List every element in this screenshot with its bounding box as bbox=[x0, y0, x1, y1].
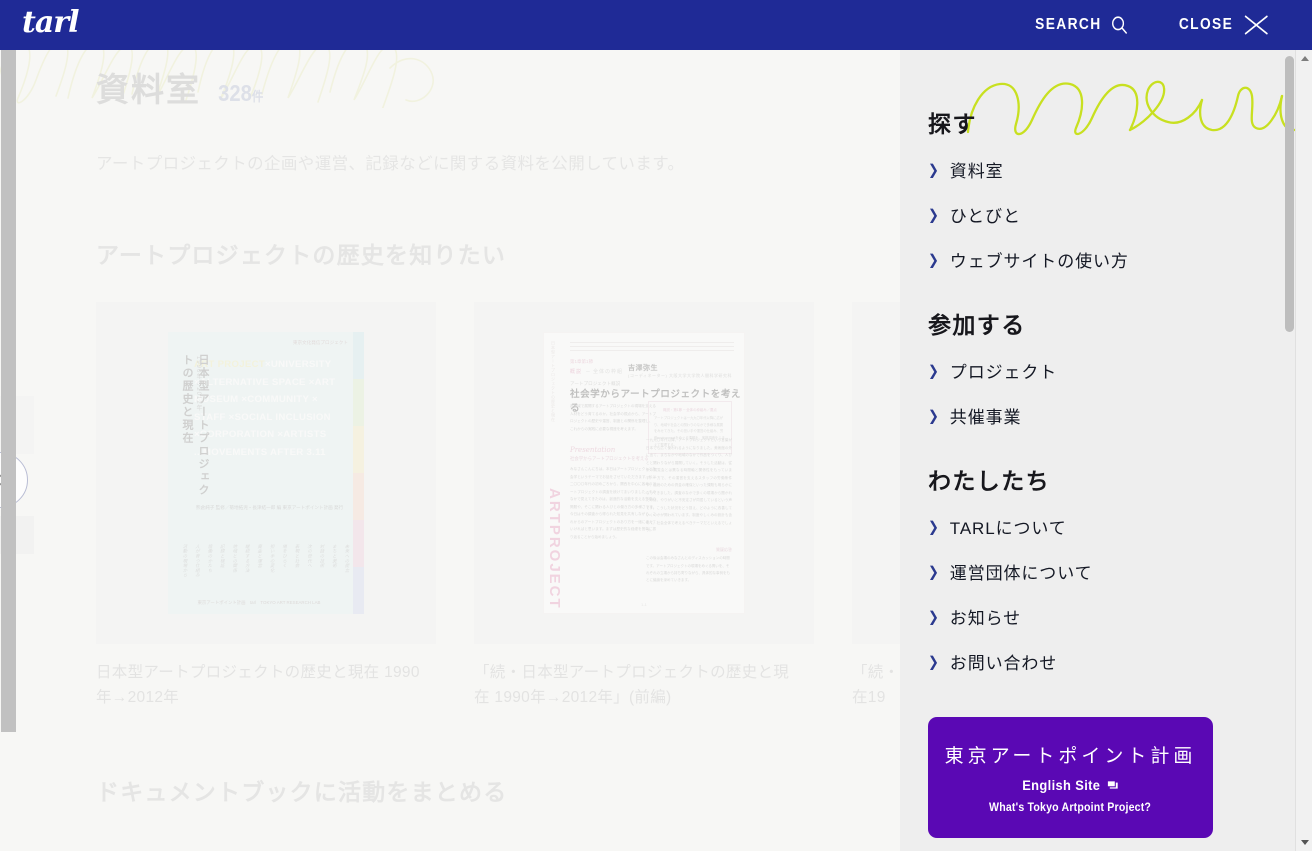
result-count-unit: 件 bbox=[251, 89, 264, 104]
menu-item-label: ウェブサイトの使い方 bbox=[949, 252, 1129, 271]
cover-vertical-subtitle: 1990年→2012年 bbox=[195, 356, 201, 412]
chevron-right-icon: ❯ bbox=[928, 251, 940, 268]
close-button-label: CLOSE bbox=[1178, 16, 1234, 33]
menu-item-label: お知らせ bbox=[949, 609, 1022, 628]
menu-group-title: 参加する bbox=[928, 312, 1026, 338]
doc-section2-heading: 質疑応答 bbox=[716, 547, 732, 553]
promo-english-site-link[interactable]: English Site bbox=[1022, 777, 1119, 793]
doc-section-label: 概説 ─ 全体の枠組 bbox=[570, 369, 624, 376]
doc-column-left: みなさんこんにちは。本日はアートプロジェクトと社会学というテーマでお話をさせてい… bbox=[570, 467, 656, 539]
menu-item-contact[interactable]: ❯ お問い合わせ bbox=[928, 649, 1312, 674]
doc-column-right: 一九九〇年代以降、アートプロジェクトという言葉が日本でも広く使われるようになりま… bbox=[646, 438, 732, 533]
doc-vertical-brand: ARTPROJECT bbox=[546, 487, 563, 610]
promo-link-label: English Site bbox=[1022, 777, 1101, 793]
menu-scrollbar-thumb[interactable] bbox=[1285, 56, 1294, 332]
scrollbar-down-button[interactable] bbox=[1296, 834, 1312, 851]
menu-item-news[interactable]: ❯ お知らせ bbox=[928, 604, 1312, 629]
menu-item-project[interactable]: ❯ プロジェクト bbox=[928, 358, 1312, 383]
menu-group-title: わたしたち bbox=[928, 468, 1050, 494]
promo-subtitle: What's Tokyo Artpoint Project? bbox=[989, 802, 1152, 814]
page-title: 資料室 bbox=[96, 71, 201, 108]
cover-credits: 熊倉純子 監修／菊地拓児・長津結一郎 編 東京アートポイント計画 発行 bbox=[196, 505, 344, 511]
chevron-right-icon: ❯ bbox=[928, 608, 940, 625]
menu-overlay-panel: 探す ❯ 資料室 ❯ ひとびと ❯ ウェブサイトの使い方 参加する ❯ プロジェ… bbox=[900, 50, 1312, 851]
menu-item-how-to-use[interactable]: ❯ ウェブサイトの使い方 bbox=[928, 247, 1312, 272]
menu-item-label: プロジェクト bbox=[949, 363, 1058, 382]
close-x-icon bbox=[1244, 15, 1268, 35]
search-button[interactable]: SEARCH bbox=[1035, 15, 1128, 35]
list-item[interactable]: 東京文化発信プロジェクト ART PROJECT×UNIVERSITY ×ALT… bbox=[96, 302, 436, 710]
menu-item-label: 資料室 bbox=[949, 162, 1004, 181]
doc-page-number: 1-1 bbox=[641, 602, 647, 608]
doc-section-sub: ─ 全体の枠組 bbox=[586, 369, 624, 376]
book-cover-cyan: 東京文化発信プロジェクト ART PROJECT×UNIVERSITY ×ALT… bbox=[168, 332, 364, 615]
cover-english-rest: ×UNIVERSITY ×ALTERNATIVE SPACE ×ART MUSE… bbox=[194, 359, 336, 458]
menu-item-joint-projects[interactable]: ❯ 共催事業 bbox=[928, 403, 1312, 428]
doc-top-rule bbox=[570, 342, 734, 354]
menu-item-label: ひとびと bbox=[949, 207, 1021, 226]
browser-viewport: 資料室 328件 アートプロジェクトの企画や運営、記録などに関する資料を公開して… bbox=[0, 0, 1312, 851]
menu-group-participate: 参加する ❯ プロジェクト ❯ 共催事業 bbox=[928, 306, 1312, 428]
menu-group-about-us: わたしたち ❯ TARLについて ❯ 運営団体について ❯ お知らせ ❯ お問い… bbox=[928, 462, 1312, 674]
site-logo[interactable]: tarl bbox=[22, 8, 79, 42]
menu-group-search: 探す ❯ 資料室 ❯ ひとびと ❯ ウェブサイトの使い方 bbox=[928, 105, 1312, 272]
promo-banner-tokyo-artpoint[interactable]: 東京アートポイント計画 English Site What's Tokyo Ar… bbox=[928, 717, 1213, 838]
scrollbar-up-button[interactable] bbox=[1296, 50, 1312, 67]
chevron-right-icon: ❯ bbox=[928, 206, 940, 223]
triangle-up-icon bbox=[1300, 56, 1309, 61]
menu-item-label: 運営団体について bbox=[949, 564, 1093, 583]
doc-presentation-heading: Presentation bbox=[570, 446, 616, 455]
doc-summary-title: 概説・第1節 ─ 全体の枠組み／要点 bbox=[663, 408, 717, 413]
card-thumbnail[interactable]: 東京文化発信プロジェクト ART PROJECT×UNIVERSITY ×ALT… bbox=[96, 302, 436, 645]
promo-title: 東京アートポイント計画 bbox=[944, 746, 1197, 767]
doc-author-affiliation: (コーディネーター) 大阪大学大学院人間科学研究科 bbox=[628, 373, 732, 379]
header-actions: SEARCH CLOSE bbox=[1020, 12, 1270, 38]
search-button-label: SEARCH bbox=[1034, 16, 1102, 33]
menu-item-people[interactable]: ❯ ひとびと bbox=[928, 202, 1312, 227]
window-scrollbar-track[interactable] bbox=[1295, 50, 1312, 851]
menu-item-about-tarl[interactable]: ❯ TARLについて bbox=[928, 514, 1312, 539]
card-caption[interactable]: 「続・日本型アートプロジェクトの歴史と現在 1990年→2012年」(前編) bbox=[474, 660, 804, 710]
doc-column-right-2: この後は会場のみなさんとのディスカッションの時間です。アートプロジェクトの現場を… bbox=[646, 556, 730, 583]
window-scrollbar-thumb[interactable] bbox=[1, 20, 16, 732]
result-count-number: 328 bbox=[218, 80, 252, 106]
external-window-icon bbox=[1106, 779, 1118, 789]
close-menu-button[interactable]: CLOSE bbox=[1179, 12, 1270, 38]
cover-foot-mark: 東京アートポイント計画 tarl TOKYO ART RESEARCH LAB bbox=[197, 600, 321, 606]
chevron-right-icon: ❯ bbox=[928, 563, 940, 580]
document-page-pink: 日本型アートプロジェクトの歴史と現在 第1章第1節 概説 ─ 全体の枠組 吉澤弥… bbox=[543, 332, 745, 615]
doc-vertical-margin-note: 日本型アートプロジェクトの歴史と現在 bbox=[551, 341, 556, 423]
menu-list: 探す ❯ 資料室 ❯ ひとびと ❯ ウェブサイトの使い方 参加する ❯ プロジェ… bbox=[900, 50, 1312, 674]
menu-item-label: お問い合わせ bbox=[949, 654, 1058, 673]
doc-presentation-subheading: 社会学からアートプロジェクトを考える bbox=[570, 456, 649, 462]
cover-vertical-columns: 活動の現場から 人が育つ仕組み 協働のかたち 記録と検証 地域との関係 継続する方法 資金と… bbox=[183, 544, 350, 578]
chevron-right-icon: ❯ bbox=[928, 407, 940, 424]
chevron-right-icon: ❯ bbox=[928, 653, 940, 670]
chevron-right-icon: ❯ bbox=[928, 161, 940, 178]
chevron-right-icon: ❯ bbox=[928, 518, 940, 535]
chevron-right-icon: ❯ bbox=[928, 362, 940, 379]
search-icon bbox=[1111, 16, 1127, 34]
menu-group-title: 探す bbox=[928, 111, 977, 137]
site-header: tarl SEARCH CLOSE bbox=[0, 0, 1312, 50]
menu-item-archive[interactable]: ❯ 資料室 bbox=[928, 157, 1312, 182]
page-result-count: 328件 bbox=[218, 80, 263, 107]
menu-item-label: 共催事業 bbox=[949, 408, 1022, 427]
card-caption[interactable]: 日本型アートプロジェクトの歴史と現在 1990年→2012年 bbox=[96, 660, 426, 710]
menu-item-label: TARLについて bbox=[949, 519, 1067, 538]
doc-author: 吉澤弥生 (コーディネーター) 大阪大学大学院人間科学研究科 bbox=[628, 365, 732, 379]
card-thumbnail[interactable]: 日本型アートプロジェクトの歴史と現在 第1章第1節 概説 ─ 全体の枠組 吉澤弥… bbox=[474, 302, 814, 645]
doc-lead-paragraph: 各地域で展開するアートプロジェクトの現場を支える人材をどう育てるのか。社会学の視… bbox=[570, 404, 656, 431]
cover-color-stripes bbox=[353, 332, 364, 615]
menu-item-about-organization[interactable]: ❯ 運営団体について bbox=[928, 559, 1312, 584]
triangle-down-icon bbox=[1300, 840, 1309, 845]
list-item[interactable]: 日本型アートプロジェクトの歴史と現在 第1章第1節 概説 ─ 全体の枠組 吉澤弥… bbox=[474, 302, 814, 710]
cover-english-text: ART PROJECT×UNIVERSITY ×ALTERNATIVE SPAC… bbox=[194, 356, 350, 461]
cover-top-mark: 東京文化発信プロジェクト bbox=[292, 340, 348, 346]
